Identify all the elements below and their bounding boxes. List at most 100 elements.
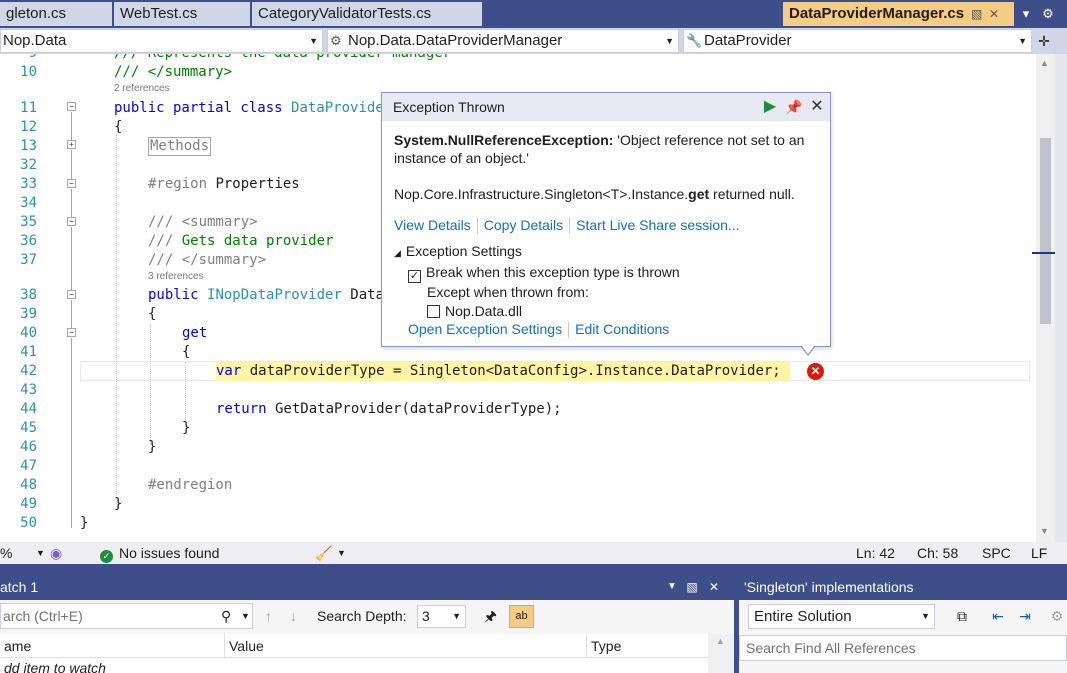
except-when-thrown-label: Except when thrown from:: [427, 284, 589, 300]
collapse-toggle[interactable]: −: [67, 179, 76, 188]
module-option[interactable]: Nop.Data.dll: [394, 302, 680, 321]
expand-toggle[interactable]: +: [67, 140, 76, 149]
add-watch-item-row[interactable]: dd item to watch: [0, 658, 708, 673]
chevron-down-icon: ▼: [309, 36, 318, 46]
text-visualizer-icon[interactable]: ab: [509, 605, 534, 628]
scope-dropdown[interactable]: Entire Solution ▼: [748, 604, 935, 629]
find-references-search-input[interactable]: Search Find All References: [739, 635, 1067, 661]
code-cleanup-icon[interactable]: 🧹: [315, 542, 332, 564]
close-icon[interactable]: ✕: [807, 97, 827, 117]
line-number: 48: [20, 477, 37, 493]
scroll-down-icon[interactable]: ▼: [1040, 526, 1049, 536]
collapse-all-icon[interactable]: ⇤: [988, 605, 1008, 627]
wrench-icon: 🔧: [686, 33, 703, 48]
collapse-triangle-icon: ◢: [394, 248, 401, 258]
collapse-toggle[interactable]: −: [67, 102, 76, 111]
pin-icon[interactable]: 📌: [784, 97, 804, 117]
code-line-37: /// </summary>: [148, 252, 267, 268]
split-editor-icon[interactable]: ✛: [1034, 30, 1054, 52]
collapse-toggle[interactable]: −: [67, 217, 76, 226]
expand-all-icon[interactable]: ⇥: [1015, 605, 1035, 627]
pin-icon[interactable]: ▧: [684, 578, 700, 596]
watch-search-placeholder: arch (Ctrl+E): [3, 608, 83, 624]
code-line-46: }: [148, 439, 157, 455]
break-when-thrown-checkbox[interactable]: ✓: [408, 270, 421, 283]
region-name: Properties: [207, 176, 300, 192]
search-depth-dropdown[interactable]: 3 ▼: [417, 605, 466, 628]
continue-icon[interactable]: ▶: [760, 97, 780, 117]
pin-watch-icon[interactable]: 🖈: [484, 606, 497, 626]
code-line-11: public partial class DataProvide: [114, 99, 384, 118]
live-share-link[interactable]: Start Live Share session...: [576, 217, 739, 233]
statement: dataProviderType = Singleton<DataConfig>…: [241, 363, 781, 379]
close-icon[interactable]: ✕: [989, 2, 999, 26]
break-when-thrown-option[interactable]: ✓ Break when this exception type is throw…: [394, 263, 680, 283]
tab-data-provider-manager[interactable]: DataProviderManager.cs ▧ ✕: [783, 2, 1014, 26]
view-details-link[interactable]: View Details: [394, 217, 471, 233]
chevron-down-icon: ▼: [1018, 36, 1027, 46]
gear-icon[interactable]: ⚙: [1039, 4, 1057, 24]
exception-settings-header[interactable]: ◢ Exception Settings: [394, 242, 680, 263]
chevron-down-icon[interactable]: ▼: [337, 542, 346, 564]
tab-singleton[interactable]: gleton.cs: [0, 2, 112, 26]
scroll-up-icon[interactable]: ▲: [716, 636, 725, 646]
outline-line: [71, 189, 72, 217]
intellicode-icon[interactable]: ◉: [50, 542, 62, 564]
column-type[interactable]: Type: [587, 634, 708, 658]
tab-category-validator-tests[interactable]: CategoryValidatorTests.cs: [252, 2, 482, 26]
project-dropdown[interactable]: Nop.Data ▼: [0, 29, 323, 53]
chevron-down-icon[interactable]: ▼: [36, 542, 45, 564]
zoom-level[interactable]: %: [0, 542, 12, 564]
settings-icon[interactable]: ⚙: [1047, 605, 1067, 627]
module-checkbox[interactable]: [427, 305, 440, 318]
error-icon[interactable]: ✕: [807, 363, 824, 380]
chevron-down-icon: ▼: [665, 36, 674, 46]
collapse-toggle[interactable]: −: [67, 328, 76, 337]
keyword: return: [216, 401, 267, 417]
tab-webtest[interactable]: WebTest.cs: [114, 2, 250, 26]
arrow-up-icon[interactable]: ↑: [265, 606, 272, 626]
code-line-49: }: [114, 496, 123, 512]
tab-label: gleton.cs: [6, 5, 67, 22]
copy-icon[interactable]: ⧉: [952, 605, 972, 627]
edit-conditions-link[interactable]: Edit Conditions: [575, 321, 669, 337]
type-name: DataProvide: [291, 100, 384, 116]
scrollbar-thumb[interactable]: [1040, 138, 1051, 324]
watch-search-input[interactable]: arch (Ctrl+E): [0, 603, 253, 629]
type-dropdown[interactable]: ⚙ Nop.Data.DataProviderManager ▼: [327, 29, 679, 53]
close-icon[interactable]: ✕: [706, 578, 722, 596]
line-number: 34: [20, 195, 37, 211]
column-value[interactable]: Value: [225, 634, 587, 658]
code-line-39: {: [148, 306, 157, 322]
arrow-down-icon[interactable]: ↓: [290, 606, 297, 626]
type-dropdown-value: Nop.Data.DataProviderManager: [348, 32, 563, 49]
codelens-references[interactable]: 3 references: [148, 271, 204, 283]
scroll-up-icon[interactable]: ▲: [1040, 58, 1049, 68]
line-number: 37: [20, 252, 37, 268]
tab-dropdown-icon[interactable]: ▾: [1017, 4, 1035, 24]
search-icon[interactable]: ⚲: [221, 606, 231, 626]
whitespace-indicator[interactable]: SPC: [982, 542, 1011, 564]
class-icon: ⚙: [330, 33, 342, 48]
chevron-down-icon[interactable]: ▼: [664, 578, 680, 596]
line-indicator[interactable]: Ln: 42: [856, 542, 895, 564]
line-number: 13: [20, 138, 37, 154]
collapsed-region-methods[interactable]: Methods: [148, 137, 212, 156]
column-name[interactable]: ame: [0, 634, 225, 658]
codelens-references[interactable]: 2 references: [114, 83, 170, 95]
pin-icon[interactable]: ▧: [971, 2, 982, 26]
watch-scrollbar[interactable]: ▲: [708, 634, 734, 673]
editor-vertical-scrollbar[interactable]: ▲ ▼: [1032, 54, 1060, 542]
column-indicator[interactable]: Ch: 58: [917, 542, 958, 564]
line-ending-indicator[interactable]: LF: [1031, 542, 1047, 564]
line-number: 38: [20, 287, 37, 303]
collapse-toggle[interactable]: −: [67, 290, 76, 299]
member-dropdown[interactable]: 🔧 DataProvider ▼: [683, 29, 1032, 53]
code-line-38: public INopDataProvider Data: [148, 286, 384, 305]
line-number: 46: [20, 439, 37, 455]
outline-line: [71, 338, 72, 528]
issues-indicator[interactable]: ✓ No issues found: [100, 542, 219, 564]
chevron-down-icon[interactable]: ▼: [241, 606, 250, 626]
copy-details-link[interactable]: Copy Details: [484, 217, 563, 233]
open-exception-settings-link[interactable]: Open Exception Settings: [408, 321, 562, 337]
